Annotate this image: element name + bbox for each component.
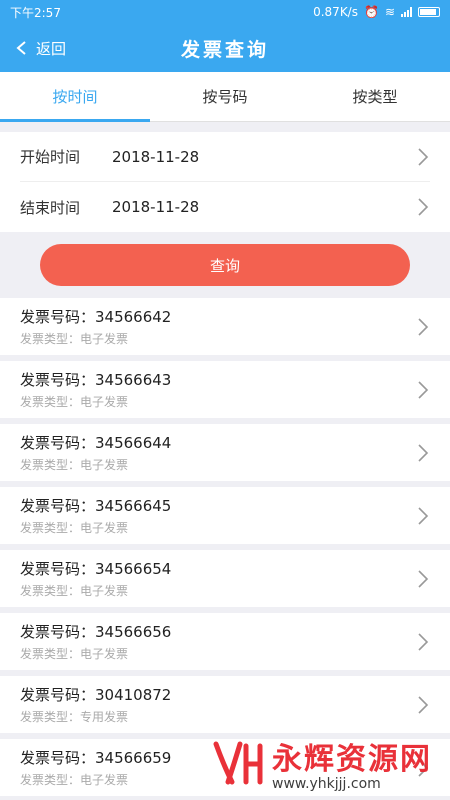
invoice-type: 发票类型：电子发票 [20, 584, 129, 598]
chevron-right-icon [418, 506, 429, 525]
chevron-right-icon [418, 695, 429, 714]
chevron-right-icon [418, 317, 429, 336]
tab-by-type[interactable]: 按类型 [300, 72, 450, 121]
chevron-right-icon [418, 569, 429, 588]
status-time: 下午2:57 [10, 5, 61, 20]
invoice-row[interactable]: 发票号码：34566656 发票类型：电子发票 [0, 613, 450, 670]
invoice-number: 发票号码：34566644 [20, 434, 172, 452]
watermark-url: www.yhkjjj.com [272, 776, 381, 792]
chevron-left-icon [16, 41, 26, 55]
chevron-right-icon [418, 632, 429, 651]
invoice-row[interactable]: 发票号码：34566642 发票类型：电子发票 [0, 298, 450, 355]
wifi-icon: ≋ [384, 5, 395, 19]
invoice-text: 发票号码：34566654 发票类型：电子发票 [20, 558, 416, 599]
watermark-title: 永辉资源网 [272, 742, 432, 777]
invoice-number: 发票号码：34566645 [20, 497, 172, 515]
invoice-text: 发票号码：34566643 发票类型：电子发票 [20, 369, 416, 410]
start-date-value: 2018-11-28 [112, 147, 200, 166]
invoice-number: 发票号码：34566656 [20, 623, 172, 641]
alarm-icon: ⏰ [363, 5, 379, 19]
invoice-type: 发票类型：电子发票 [20, 332, 129, 346]
tab-by-number[interactable]: 按号码 [150, 72, 300, 121]
battery-icon [418, 7, 440, 17]
chevron-right-icon [418, 443, 429, 462]
page-title: 发票查询 [180, 38, 269, 61]
invoice-text: 发票号码：30410872 发票类型：专用发票 [20, 684, 416, 725]
invoice-type: 发票类型：电子发票 [20, 521, 129, 535]
signal-icon [401, 7, 412, 17]
network-speed: 0.87K/s [313, 5, 358, 19]
status-bar: 下午2:57 0.87K/s ⏰ ≋ [0, 0, 450, 24]
back-button[interactable]: 返回 [14, 24, 66, 72]
chevron-right-icon [418, 198, 429, 216]
start-date-row[interactable]: 开始时间 2018-11-28 [20, 132, 430, 182]
chevron-right-icon [418, 147, 429, 166]
date-range-form: 开始时间 2018-11-28 结束时间 2018-11-28 [0, 132, 450, 232]
invoice-number: 发票号码：34566642 [20, 308, 172, 326]
query-button[interactable]: 查询 [40, 244, 410, 286]
back-label: 返回 [36, 39, 67, 58]
invoice-row[interactable]: 发票号码：34566644 发票类型：电子发票 [0, 424, 450, 481]
invoice-type: 发票类型：专用发票 [20, 710, 129, 724]
invoice-row[interactable]: 发票号码：34566643 发票类型：电子发票 [0, 361, 450, 418]
end-date-label: 结束时间 [20, 198, 81, 217]
end-date-row[interactable]: 结束时间 2018-11-28 [20, 182, 430, 232]
status-right: 0.87K/s ⏰ ≋ [313, 5, 440, 19]
invoice-type: 发票类型：电子发票 [20, 458, 129, 472]
tab-bar: 按时间 按号码 按类型 [0, 72, 450, 122]
tab-by-time[interactable]: 按时间 [0, 72, 150, 122]
invoice-text: 发票号码：34566645 发票类型：电子发票 [20, 495, 416, 536]
chevron-right-icon [418, 380, 429, 399]
invoice-text: 发票号码：34566644 发票类型：电子发票 [20, 432, 416, 473]
invoice-type: 发票类型：电子发票 [20, 395, 129, 409]
invoice-text: 发票号码：34566642 发票类型：电子发票 [20, 306, 416, 347]
invoice-row[interactable]: 发票号码：30410872 发票类型：专用发票 [0, 676, 450, 733]
watermark-logo-icon [213, 741, 263, 785]
start-date-label: 开始时间 [20, 148, 81, 166]
invoice-type: 发票类型：电子发票 [20, 647, 129, 661]
query-button-wrap: 查询 [0, 232, 450, 298]
watermark: 永辉资源网 www.yhkjjj.com [210, 734, 432, 792]
invoice-row[interactable]: 发票号码：34566654 发票类型：电子发票 [0, 550, 450, 607]
invoice-number: 发票号码：34566654 [20, 560, 172, 578]
invoice-number: 发票号码：30410872 [20, 686, 172, 704]
invoice-row[interactable]: 发票号码：34566645 发票类型：电子发票 [0, 487, 450, 544]
invoice-list: 发票号码：34566642 发票类型：电子发票 发票号码：34566643 发票类型：… [0, 298, 450, 796]
end-date-value: 2018-11-28 [112, 198, 200, 216]
nav-bar: 返回 发票查询 [0, 24, 450, 72]
invoice-number: 发票号码：34566643 [20, 371, 172, 389]
invoice-text: 发票号码：34566656 发票类型：电子发票 [20, 621, 416, 662]
